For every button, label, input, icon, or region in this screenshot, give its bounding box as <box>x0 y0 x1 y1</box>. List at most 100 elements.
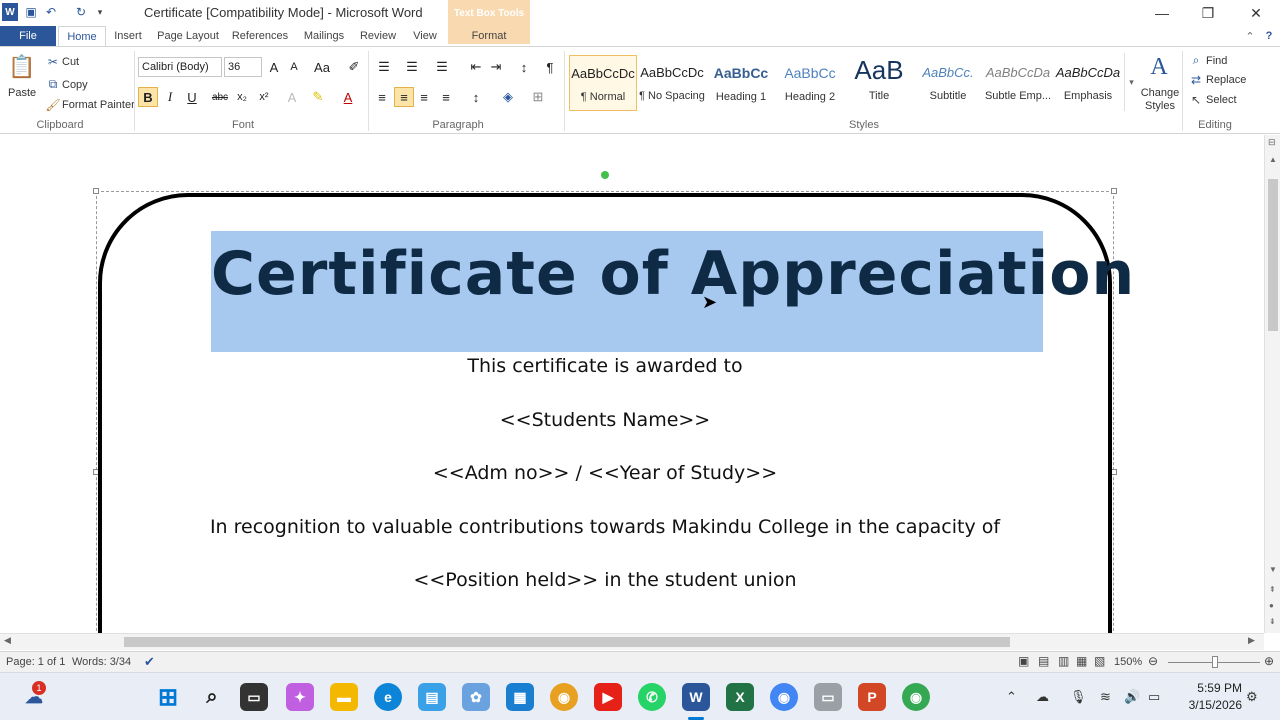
style-emphasis[interactable]: AaBbCcDa Emphasis <box>1054 55 1122 111</box>
shading-icon[interactable]: ◈ <box>498 87 518 107</box>
proofing-icon[interactable]: ✔ <box>144 654 155 670</box>
ruler-toggle-icon[interactable]: ⊟ <box>1268 137 1276 148</box>
powerpoint-icon[interactable]: P <box>858 683 886 711</box>
cut-button[interactable]: ✂ Cut <box>46 55 79 69</box>
font-color-icon[interactable]: A <box>338 87 358 107</box>
justify-icon[interactable]: ≡ <box>436 87 456 107</box>
help-icon[interactable]: ? <box>1260 26 1278 46</box>
zoom-out-icon[interactable]: ⊖ <box>1148 654 1158 668</box>
style-heading-2[interactable]: AaBbCc Heading 2 <box>776 55 844 111</box>
vertical-scrollbar[interactable]: ⊟ ▲ ▼ ⇞ ● ⇟ <box>1264 135 1280 633</box>
search-icon[interactable]: ⌕ <box>198 683 226 711</box>
chrome-profile-icon[interactable]: ◉ <box>770 683 798 711</box>
replace-button[interactable]: ⇄ Replace <box>1188 73 1246 87</box>
save-icon[interactable]: ▣ <box>22 3 40 21</box>
word-count[interactable]: Words: 3/34 <box>72 656 131 668</box>
adm-year-field[interactable]: <<Adm no>> / <<Year of Study>> <box>120 462 1090 484</box>
copilot-icon[interactable]: ✦ <box>286 683 314 711</box>
full-screen-reading-icon[interactable]: ▤ <box>1038 654 1049 668</box>
whatsapp-icon[interactable]: ✆ <box>638 683 666 711</box>
tab-insert[interactable]: Insert <box>108 26 148 46</box>
style-no-spacing[interactable]: AaBbCcDc ¶ No Spacing <box>638 55 706 111</box>
microphone-icon[interactable]: 🎙 <box>1070 689 1087 705</box>
styles-gallery-scroll[interactable]: ▾ <box>1124 53 1138 111</box>
scroll-down-icon[interactable]: ▼ <box>1269 565 1277 574</box>
outline-icon[interactable]: ▦ <box>1076 654 1087 668</box>
subscript-button[interactable]: x₂ <box>232 87 252 107</box>
horizontal-scrollbar[interactable]: ◀ ▶ <box>0 633 1264 650</box>
chrome-icon[interactable]: ◉ <box>550 683 578 711</box>
select-button[interactable]: ↖ Select <box>1188 93 1237 107</box>
battery-icon[interactable]: ▭ <box>1148 689 1160 705</box>
increase-indent-icon[interactable]: ⇥ <box>486 57 506 77</box>
strikethrough-button[interactable]: abc <box>210 87 230 107</box>
paste-button[interactable]: Paste <box>8 87 36 99</box>
close-button[interactable]: ✕ <box>1236 2 1276 24</box>
tab-view[interactable]: View <box>406 26 444 46</box>
resize-handle[interactable] <box>1111 188 1117 194</box>
underline-button[interactable]: U <box>182 87 202 107</box>
align-center-icon[interactable]: ≡ <box>394 87 414 107</box>
numbering-icon[interactable]: ☰ <box>402 57 422 77</box>
tab-mailings[interactable]: Mailings <box>298 26 350 46</box>
resize-handle[interactable] <box>93 188 99 194</box>
paste-icon[interactable]: 📋 <box>8 51 36 83</box>
wifi-icon[interactable]: ≋ <box>1100 689 1111 705</box>
change-styles-icon[interactable]: A <box>1144 53 1174 81</box>
change-styles-button[interactable]: Change Styles <box>1140 87 1180 113</box>
chrome-profile-d-icon[interactable]: ◉ <box>902 683 930 711</box>
recognition-line[interactable]: In recognition to valuable contributions… <box>120 516 1090 538</box>
clock-time[interactable]: 5:59 PM <box>1180 681 1242 695</box>
shrink-font-icon[interactable]: A <box>284 57 304 77</box>
show-formatting-marks-icon[interactable]: ¶ <box>540 57 560 77</box>
notepad-icon[interactable]: ▦ <box>506 683 534 711</box>
onedrive-off-icon[interactable]: ☁ <box>1036 689 1049 705</box>
borders-icon[interactable]: ⊞ <box>528 87 548 107</box>
zoom-slider-thumb[interactable] <box>1212 656 1218 668</box>
web-layout-icon[interactable]: ▥ <box>1058 654 1069 668</box>
format-painter-button[interactable]: 🖌 Format Painter <box>45 98 134 112</box>
style-title[interactable]: AaB Title <box>845 55 913 111</box>
restore-button[interactable]: ❐ <box>1188 2 1228 24</box>
customize-toolbar-icon[interactable]: ▾ <box>94 3 106 21</box>
multilevel-list-icon[interactable]: ☰ <box>432 57 452 77</box>
paint-icon[interactable]: ✿ <box>462 683 490 711</box>
find-button[interactable]: ⌕ Find <box>1188 53 1228 68</box>
position-field-line[interactable]: <<Position held>> in the student union <box>120 569 1090 591</box>
italic-button[interactable]: I <box>160 87 180 107</box>
edge-icon[interactable]: e <box>374 683 402 711</box>
style-subtle-emphasis[interactable]: AaBbCcDa Subtle Emp... <box>984 55 1052 111</box>
calendar-app-icon[interactable]: ▤ <box>418 683 446 711</box>
scroll-left-icon[interactable]: ◀ <box>4 635 11 646</box>
rotate-handle[interactable] <box>601 171 609 179</box>
document-area[interactable]: Certificate of Appreciation This certifi… <box>0 135 1264 633</box>
previous-page-icon[interactable]: ⇞ <box>1269 585 1276 594</box>
start-icon[interactable]: ⊞ <box>154 683 182 711</box>
align-right-icon[interactable]: ≡ <box>414 87 434 107</box>
volume-icon[interactable]: 🔊 <box>1124 689 1140 705</box>
print-layout-icon[interactable]: ▣ <box>1018 654 1029 668</box>
line-spacing-icon[interactable]: ↕ <box>466 87 486 107</box>
align-left-icon[interactable]: ≡ <box>372 87 392 107</box>
change-case-icon[interactable]: Aa <box>312 57 332 77</box>
tab-references[interactable]: References <box>228 26 292 46</box>
show-hidden-icons-icon[interactable]: ⌃ <box>1006 689 1017 705</box>
highlight-color-icon[interactable]: ✎ <box>308 87 328 107</box>
style-subtitle[interactable]: AaBbCc. Subtitle <box>914 55 982 111</box>
awarded-to-line[interactable]: This certificate is awarded to <box>120 355 1090 377</box>
zoom-level[interactable]: 150% <box>1114 656 1142 668</box>
grow-font-icon[interactable]: A <box>264 57 284 77</box>
horizontal-scroll-thumb[interactable] <box>124 637 1010 647</box>
bullets-icon[interactable]: ☰ <box>374 57 394 77</box>
file-explorer-icon[interactable]: ▬ <box>330 683 358 711</box>
tab-home[interactable]: Home <box>58 26 106 46</box>
scroll-right-icon[interactable]: ▶ <box>1248 635 1255 646</box>
bold-button[interactable]: B <box>138 87 158 107</box>
font-size-combo[interactable]: 36 <box>224 57 262 77</box>
decrease-indent-icon[interactable]: ⇤ <box>466 57 486 77</box>
sort-icon[interactable]: ↕ <box>514 57 534 77</box>
certificate-title[interactable]: Certificate of Appreciation <box>211 239 1134 309</box>
student-name-field[interactable]: <<Students Name>> <box>120 409 1090 431</box>
draft-icon[interactable]: ▧ <box>1094 654 1105 668</box>
tab-review[interactable]: Review <box>356 26 400 46</box>
